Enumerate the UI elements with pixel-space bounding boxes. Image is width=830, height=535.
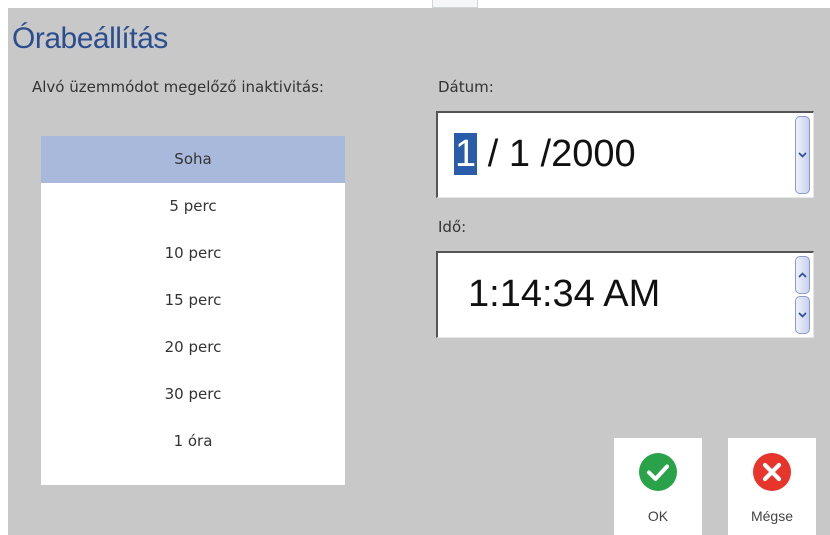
chevron-down-icon — [798, 152, 807, 158]
date-rest: / 1 /2000 — [477, 133, 636, 175]
list-item[interactable]: 30 perc — [41, 371, 345, 418]
clock-settings-dialog: Órabeállítás Alvó üzemmódot megelőző ina… — [8, 8, 830, 535]
date-field[interactable]: 1 / 1 /2000 — [436, 111, 814, 198]
list-item[interactable]: 1 óra — [41, 418, 345, 465]
list-item[interactable]: 5 perc — [41, 183, 345, 230]
time-label: Idő: — [438, 218, 467, 236]
list-item[interactable]: 15 perc — [41, 277, 345, 324]
chevron-down-icon — [798, 312, 807, 318]
date-value: 1 / 1 /2000 — [454, 131, 636, 177]
list-item[interactable]: 10 perc — [41, 230, 345, 277]
time-value: 1:14:34 AM — [468, 273, 661, 315]
top-widget — [432, 0, 478, 8]
sleep-label: Alvó üzemmódot megelőző inaktivitás: — [32, 78, 324, 96]
ok-button[interactable]: OK — [614, 438, 702, 535]
x-circle-icon — [753, 453, 791, 491]
date-label: Dátum: — [438, 78, 494, 96]
date-month-segment[interactable]: 1 — [454, 133, 478, 175]
time-spin-down-button[interactable] — [795, 296, 810, 334]
list-item[interactable]: Soha — [41, 136, 345, 183]
cancel-button[interactable]: Mégse — [728, 438, 816, 535]
top-strip — [0, 0, 830, 8]
date-spin-down-button[interactable] — [795, 116, 810, 194]
time-field[interactable]: 1:14:34 AM — [436, 251, 814, 338]
checkmark-circle-icon — [639, 453, 677, 491]
page-title: Órabeállítás — [12, 22, 168, 55]
time-spin-up-button[interactable] — [795, 256, 810, 294]
chevron-up-icon — [798, 272, 807, 278]
list-item[interactable]: 20 perc — [41, 324, 345, 371]
sleep-options-list: Soha 5 perc 10 perc 15 perc 20 perc 30 p… — [41, 136, 345, 485]
ok-label: OK — [647, 508, 669, 524]
cancel-label: Mégse — [750, 508, 794, 524]
